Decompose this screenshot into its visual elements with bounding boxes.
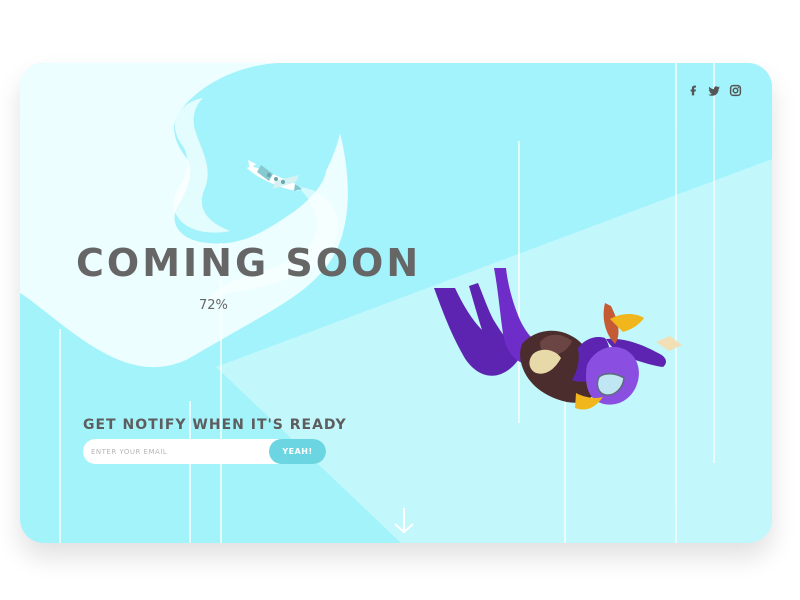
- page-title: COMING SOON: [76, 241, 422, 285]
- social-links: [687, 84, 742, 97]
- progress-percentage: 72%: [199, 298, 228, 313]
- twitter-icon[interactable]: [708, 84, 721, 97]
- email-input[interactable]: [83, 439, 269, 464]
- instagram-icon[interactable]: [729, 84, 742, 97]
- landing-card: COMING SOON 72% GET NOTIFY WHEN IT'S REA…: [20, 63, 772, 543]
- skydiving-illustration: [20, 63, 772, 543]
- notify-heading: GET NOTIFY WHEN IT'S READY: [83, 417, 347, 433]
- notify-form: YEAH!: [83, 439, 326, 464]
- notify-submit-button[interactable]: YEAH!: [269, 439, 326, 464]
- facebook-icon[interactable]: [687, 84, 700, 97]
